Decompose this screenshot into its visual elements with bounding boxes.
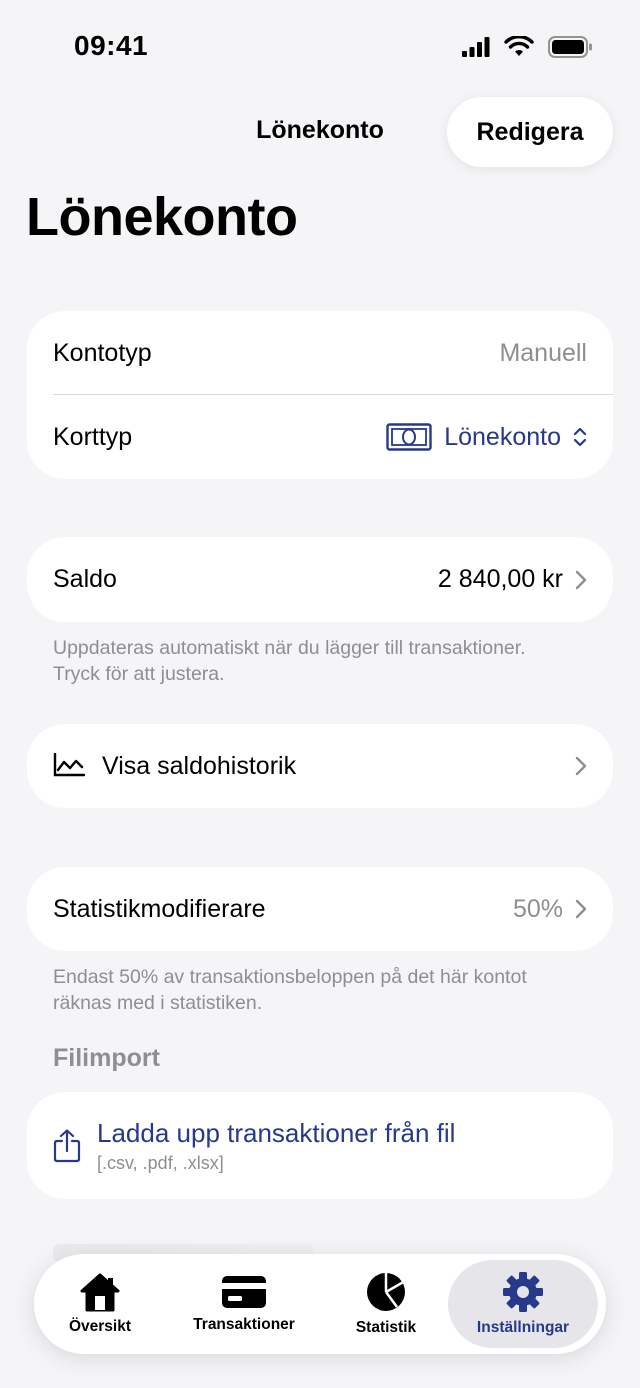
stat-modifier-label: Statistikmodifierare: [53, 894, 266, 923]
korttyp-value: Lönekonto: [444, 422, 561, 451]
saldo-value: 2 840,00 kr: [437, 565, 563, 593]
gear-icon: [503, 1272, 543, 1312]
kontotyp-value: Manuell: [499, 338, 587, 367]
edit-button[interactable]: Redigera: [447, 97, 613, 167]
chevron-right-icon: [575, 570, 587, 589]
pie-chart-icon: [367, 1273, 405, 1311]
file-import-formats: [.csv, .pdf, .xlsx]: [97, 1153, 224, 1173]
chevron-right-icon: [575, 756, 587, 776]
tab-statistik[interactable]: Statistik: [342, 1254, 430, 1354]
stat-modifier-row[interactable]: Statistikmodifierare 50%: [27, 867, 613, 951]
page-title: Lönekonto: [26, 187, 298, 247]
stat-modifier-card[interactable]: Statistikmodifierare 50%: [27, 867, 613, 951]
status-icons: [462, 36, 592, 58]
korttyp-picker[interactable]: Lönekonto: [386, 423, 587, 452]
status-bar: 09:41: [0, 0, 640, 96]
korttyp-label: Korttyp: [53, 422, 133, 451]
file-import-header: Filimport: [53, 1044, 160, 1072]
kontotyp-row: Kontotyp Manuell: [27, 311, 613, 395]
stat-modifier-value-group: 50%: [513, 895, 587, 924]
history-chevron: [575, 756, 587, 776]
file-import-title: Ladda upp transaktioner från fil: [97, 1118, 456, 1148]
stat-modifier-value: 50%: [512, 894, 563, 923]
battery-icon: [548, 36, 592, 58]
saldo-footnote: Uppdateras automatiskt när du lägger til…: [53, 637, 526, 685]
saldo-row[interactable]: Saldo 2 840,00 kr: [27, 537, 613, 622]
tab-transaktioner[interactable]: Transaktioner: [184, 1254, 304, 1354]
tab-installningar[interactable]: Inställningar: [448, 1260, 598, 1348]
share-upload-icon: [53, 1129, 81, 1163]
history-card[interactable]: Visa saldohistorik: [27, 724, 613, 808]
status-time: 09:41: [74, 30, 149, 61]
tab-statistik-label: Statistik: [355, 1319, 417, 1336]
korttyp-row[interactable]: Korttyp Lönekonto: [27, 395, 613, 479]
chevron-right-icon: [575, 899, 587, 919]
line-chart-icon: [53, 753, 85, 777]
card-icon: [222, 1276, 266, 1308]
history-row[interactable]: Visa saldohistorik: [27, 724, 613, 808]
tab-oversikt[interactable]: Översikt: [54, 1254, 146, 1354]
saldo-label: Saldo: [53, 565, 117, 593]
banknote-icon: [386, 423, 432, 451]
saldo-value-group: 2 840,00 kr: [438, 565, 587, 594]
saldo-card[interactable]: Saldo 2 840,00 kr: [27, 537, 613, 622]
tab-installningar-label: Inställningar: [476, 1319, 570, 1336]
wifi-icon: [504, 36, 534, 56]
cellular-signal-icon: [462, 37, 490, 57]
kontotyp-label: Kontotyp: [53, 338, 152, 367]
tab-oversikt-label: Översikt: [68, 1318, 132, 1335]
house-icon: [80, 1273, 120, 1312]
tab-bar: Översikt Transaktioner Statistik Inställ…: [34, 1254, 606, 1354]
account-type-card: Kontotyp Manuell Korttyp Lönekonto: [27, 311, 613, 479]
chevron-up-down-icon: [573, 427, 587, 447]
tab-transaktioner-label: Transaktioner: [193, 1316, 295, 1333]
history-label: Visa saldohistorik: [102, 751, 297, 780]
file-import-card[interactable]: Ladda upp transaktioner från fil [.csv, …: [27, 1092, 613, 1199]
stat-modifier-footnote: Endast 50% av transaktionsbeloppen på de…: [53, 966, 527, 1014]
